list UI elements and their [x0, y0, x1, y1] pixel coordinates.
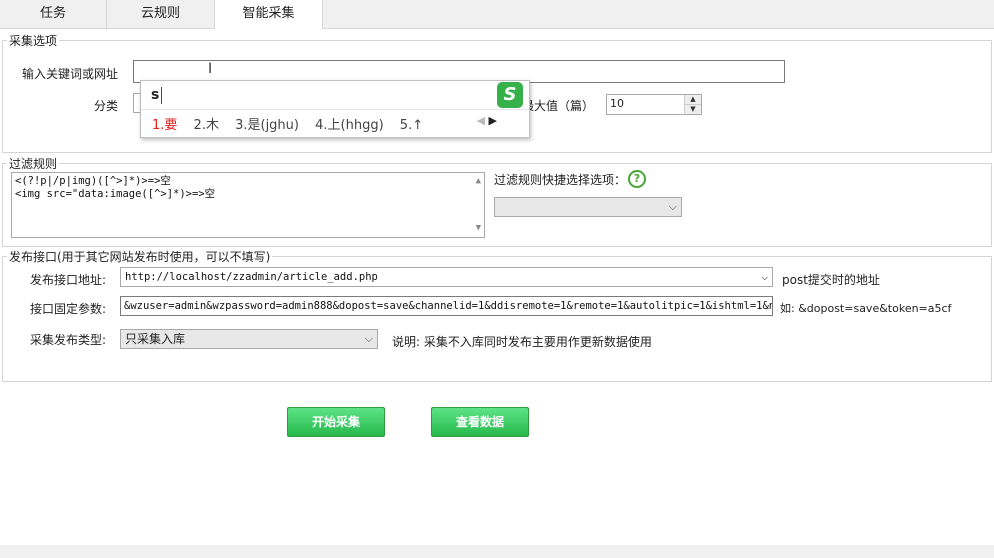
ime-candidates: 1.要 2.木 3.是(jghu) 4.上(hhgg) 5.↑	[152, 114, 435, 133]
ime-caret	[161, 87, 162, 104]
max-stepper[interactable]: 10 ▲ ▼	[606, 94, 702, 115]
publish-url-combo[interactable]: http://localhost/zzadmin/article_add.php…	[120, 267, 773, 287]
filter-rules-textarea[interactable]: <(?!p|/p|img)([^>]*)>=>空 <img src="data:…	[11, 172, 485, 238]
publish-url-hint: post提交时的地址	[782, 273, 880, 287]
tab-bar: 任务 云规则 智能采集	[0, 0, 994, 29]
chevron-down-icon: ⌵	[668, 200, 677, 213]
ime-candidate[interactable]: 1.要	[152, 118, 177, 133]
tab-cloud-rules[interactable]: 云规则	[107, 0, 215, 28]
ime-composition: s	[151, 87, 160, 103]
params-value: &wzuser=admin&wzpassword=admin888&dopost…	[124, 300, 773, 312]
filter-rule-line: <img src="data:image([^>]*)>=>空	[15, 188, 216, 200]
ime-divider	[141, 109, 529, 110]
spinner: ▲ ▼	[684, 95, 701, 115]
ime-candidate-window: s S 1.要 2.木 3.是(jghu) 4.上(hhgg) 5.↑ ◀ ▶	[140, 80, 530, 138]
next-page-icon[interactable]: ▶	[489, 114, 497, 127]
view-data-button[interactable]: 查看数据	[431, 407, 529, 437]
tab-tasks[interactable]: 任务	[0, 0, 107, 28]
publish-type-select[interactable]: 只采集入库 ⌵	[120, 329, 378, 349]
params-input[interactable]: &wzuser=admin&wzpassword=admin888&dopost…	[120, 296, 773, 316]
scroll-up-icon[interactable]: ▲	[476, 175, 481, 188]
max-label: 最大值（篇）	[522, 99, 595, 113]
sogou-logo-icon: S	[497, 82, 523, 108]
collect-options-legend: 采集选项	[9, 34, 58, 48]
spin-up-icon[interactable]: ▲	[685, 95, 701, 105]
prev-page-icon[interactable]: ◀	[477, 114, 485, 127]
ime-candidate[interactable]: 2.木	[194, 118, 219, 133]
filter-rule-line: <(?!p|/p|img)([^>]*)>=>空	[15, 175, 171, 187]
quick-select-dropdown[interactable]: ⌵	[494, 197, 682, 217]
spin-down-icon[interactable]: ▼	[685, 105, 701, 114]
quick-select-label: 过滤规则快捷选择选项：	[494, 173, 627, 187]
help-icon[interactable]: ?	[628, 170, 646, 188]
ime-candidate[interactable]: 5.↑	[400, 118, 423, 133]
keyword-label: 输入关键词或网址	[22, 67, 119, 81]
tab-smart-collect[interactable]: 智能采集	[215, 0, 323, 29]
publish-type-value: 只采集入库	[125, 332, 186, 346]
category-label: 分类	[94, 99, 119, 113]
start-collect-button[interactable]: 开始采集	[287, 407, 385, 437]
chevron-down-icon: ⌵	[761, 270, 768, 283]
scroll-down-icon[interactable]: ▼	[476, 222, 481, 235]
text-cursor-icon: I	[208, 61, 213, 77]
publish-url-label: 发布接口地址:	[30, 273, 107, 287]
params-label: 接口固定参数:	[30, 302, 107, 316]
publish-type-label: 采集发布类型:	[30, 333, 107, 347]
ime-candidate[interactable]: 3.是(jghu)	[235, 118, 299, 133]
publish-type-hint: 说明: 采集不入库同时发布主要用作更新数据使用	[392, 335, 652, 349]
publish-legend: 发布接口(用于其它网站发布时使用，可以不填写)	[9, 250, 271, 264]
params-hint: 如: &dopost=save&token=a5cf	[780, 302, 952, 315]
status-bar	[0, 545, 994, 558]
max-value: 10	[610, 97, 624, 110]
filter-rules-legend: 过滤规则	[9, 157, 58, 171]
publish-url-value: http://localhost/zzadmin/article_add.php	[125, 271, 378, 283]
chevron-down-icon: ⌵	[364, 332, 373, 345]
ime-candidate[interactable]: 4.上(hhgg)	[315, 118, 384, 133]
ime-nav: ◀ ▶	[477, 114, 497, 127]
